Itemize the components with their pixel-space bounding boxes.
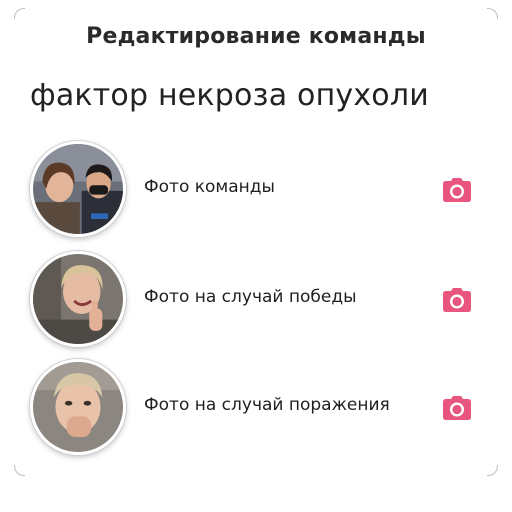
victory-photo-camera-button[interactable] (442, 286, 472, 314)
frame-corner-top-right (487, 8, 498, 19)
photo-slot-defeat: Фото на случай поражения (30, 359, 472, 457)
page-title: Редактирование команды (86, 24, 426, 49)
frame-corner-top-left (14, 8, 25, 19)
photo-slot-victory: Фото на случай победы (30, 251, 472, 349)
victory-photo-avatar[interactable] (30, 251, 126, 347)
camera-icon (443, 178, 471, 202)
victory-photo-label: Фото на случай победы (144, 287, 357, 307)
team-photo-image (33, 144, 123, 234)
defeat-photo-label: Фото на случай поражения (144, 395, 390, 415)
team-photo-label: Фото команды (144, 177, 275, 197)
frame-corner-bottom-left (14, 465, 25, 476)
photo-slot-team: Фото команды (30, 141, 472, 239)
defeat-photo-camera-button[interactable] (442, 394, 472, 422)
team-photo-avatar[interactable] (30, 141, 126, 237)
team-name: фактор некроза опухоли (30, 78, 429, 113)
victory-photo-image (33, 254, 123, 344)
camera-icon (443, 288, 471, 312)
camera-icon (443, 396, 471, 420)
defeat-photo-avatar[interactable] (30, 359, 126, 455)
frame-corner-bottom-right (487, 465, 498, 476)
defeat-photo-image (33, 362, 123, 452)
team-photo-camera-button[interactable] (442, 176, 472, 204)
